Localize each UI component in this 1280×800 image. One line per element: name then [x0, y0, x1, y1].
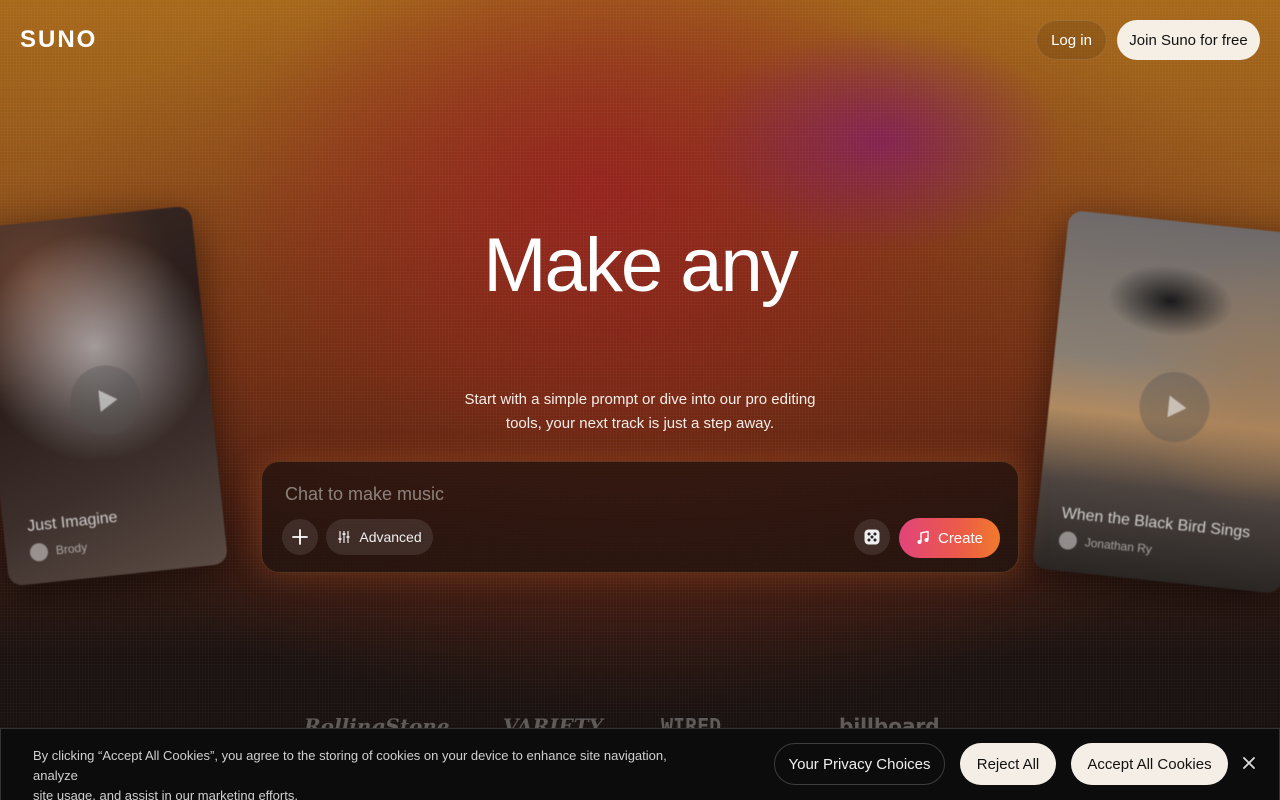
advanced-button[interactable]: Advanced [326, 519, 433, 555]
avatar [1058, 530, 1078, 551]
song-card-artist: Brody [29, 538, 88, 563]
chat-box: Advanced Create [261, 461, 1019, 573]
random-prompt-button[interactable] [854, 519, 890, 555]
close-icon [1243, 757, 1255, 769]
play-icon[interactable] [1136, 368, 1213, 446]
song-card-title: Just Imagine [26, 508, 119, 536]
hero-title: Make any [483, 223, 799, 308]
cookie-banner: By clicking “Accept All Cookies”, you ag… [0, 728, 1280, 800]
cookie-text-line: By clicking “Accept All Cookies”, you ag… [33, 748, 667, 783]
login-button[interactable]: Log in [1036, 20, 1107, 60]
artist-name: Jonathan Ry [1084, 535, 1153, 557]
hero-subtitle-line: Start with a simple prompt or dive into … [464, 391, 816, 408]
cookie-close-button[interactable] [1237, 751, 1261, 775]
cookie-text-line: site usage, and assist in our marketing … [33, 788, 298, 800]
accept-all-cookies-button[interactable]: Accept All Cookies [1071, 743, 1228, 785]
play-icon[interactable] [67, 361, 144, 439]
create-button[interactable]: Create [899, 518, 1000, 558]
chat-input[interactable] [285, 482, 845, 506]
artist-name: Brody [55, 540, 88, 558]
song-card-artist: Jonathan Ry [1058, 530, 1153, 559]
avatar [29, 542, 49, 563]
add-button[interactable] [282, 519, 318, 555]
music-note-icon [917, 531, 929, 544]
reject-all-button[interactable]: Reject All [960, 743, 1056, 785]
hero-subtitle: Start with a simple prompt or dive into … [440, 388, 840, 436]
sliders-icon [338, 531, 350, 543]
hero-subtitle-line: tools, your next track is just a step aw… [505, 415, 775, 432]
plus-icon [292, 529, 308, 545]
privacy-choices-button[interactable]: Your Privacy Choices [774, 743, 945, 785]
suno-logo[interactable]: SUNO [20, 26, 97, 54]
dice-icon [864, 529, 880, 545]
cookie-text: By clicking “Accept All Cookies”, you ag… [33, 746, 713, 800]
join-button[interactable]: Join Suno for free [1117, 20, 1260, 60]
advanced-label: Advanced [359, 529, 422, 545]
create-label: Create [937, 529, 984, 547]
